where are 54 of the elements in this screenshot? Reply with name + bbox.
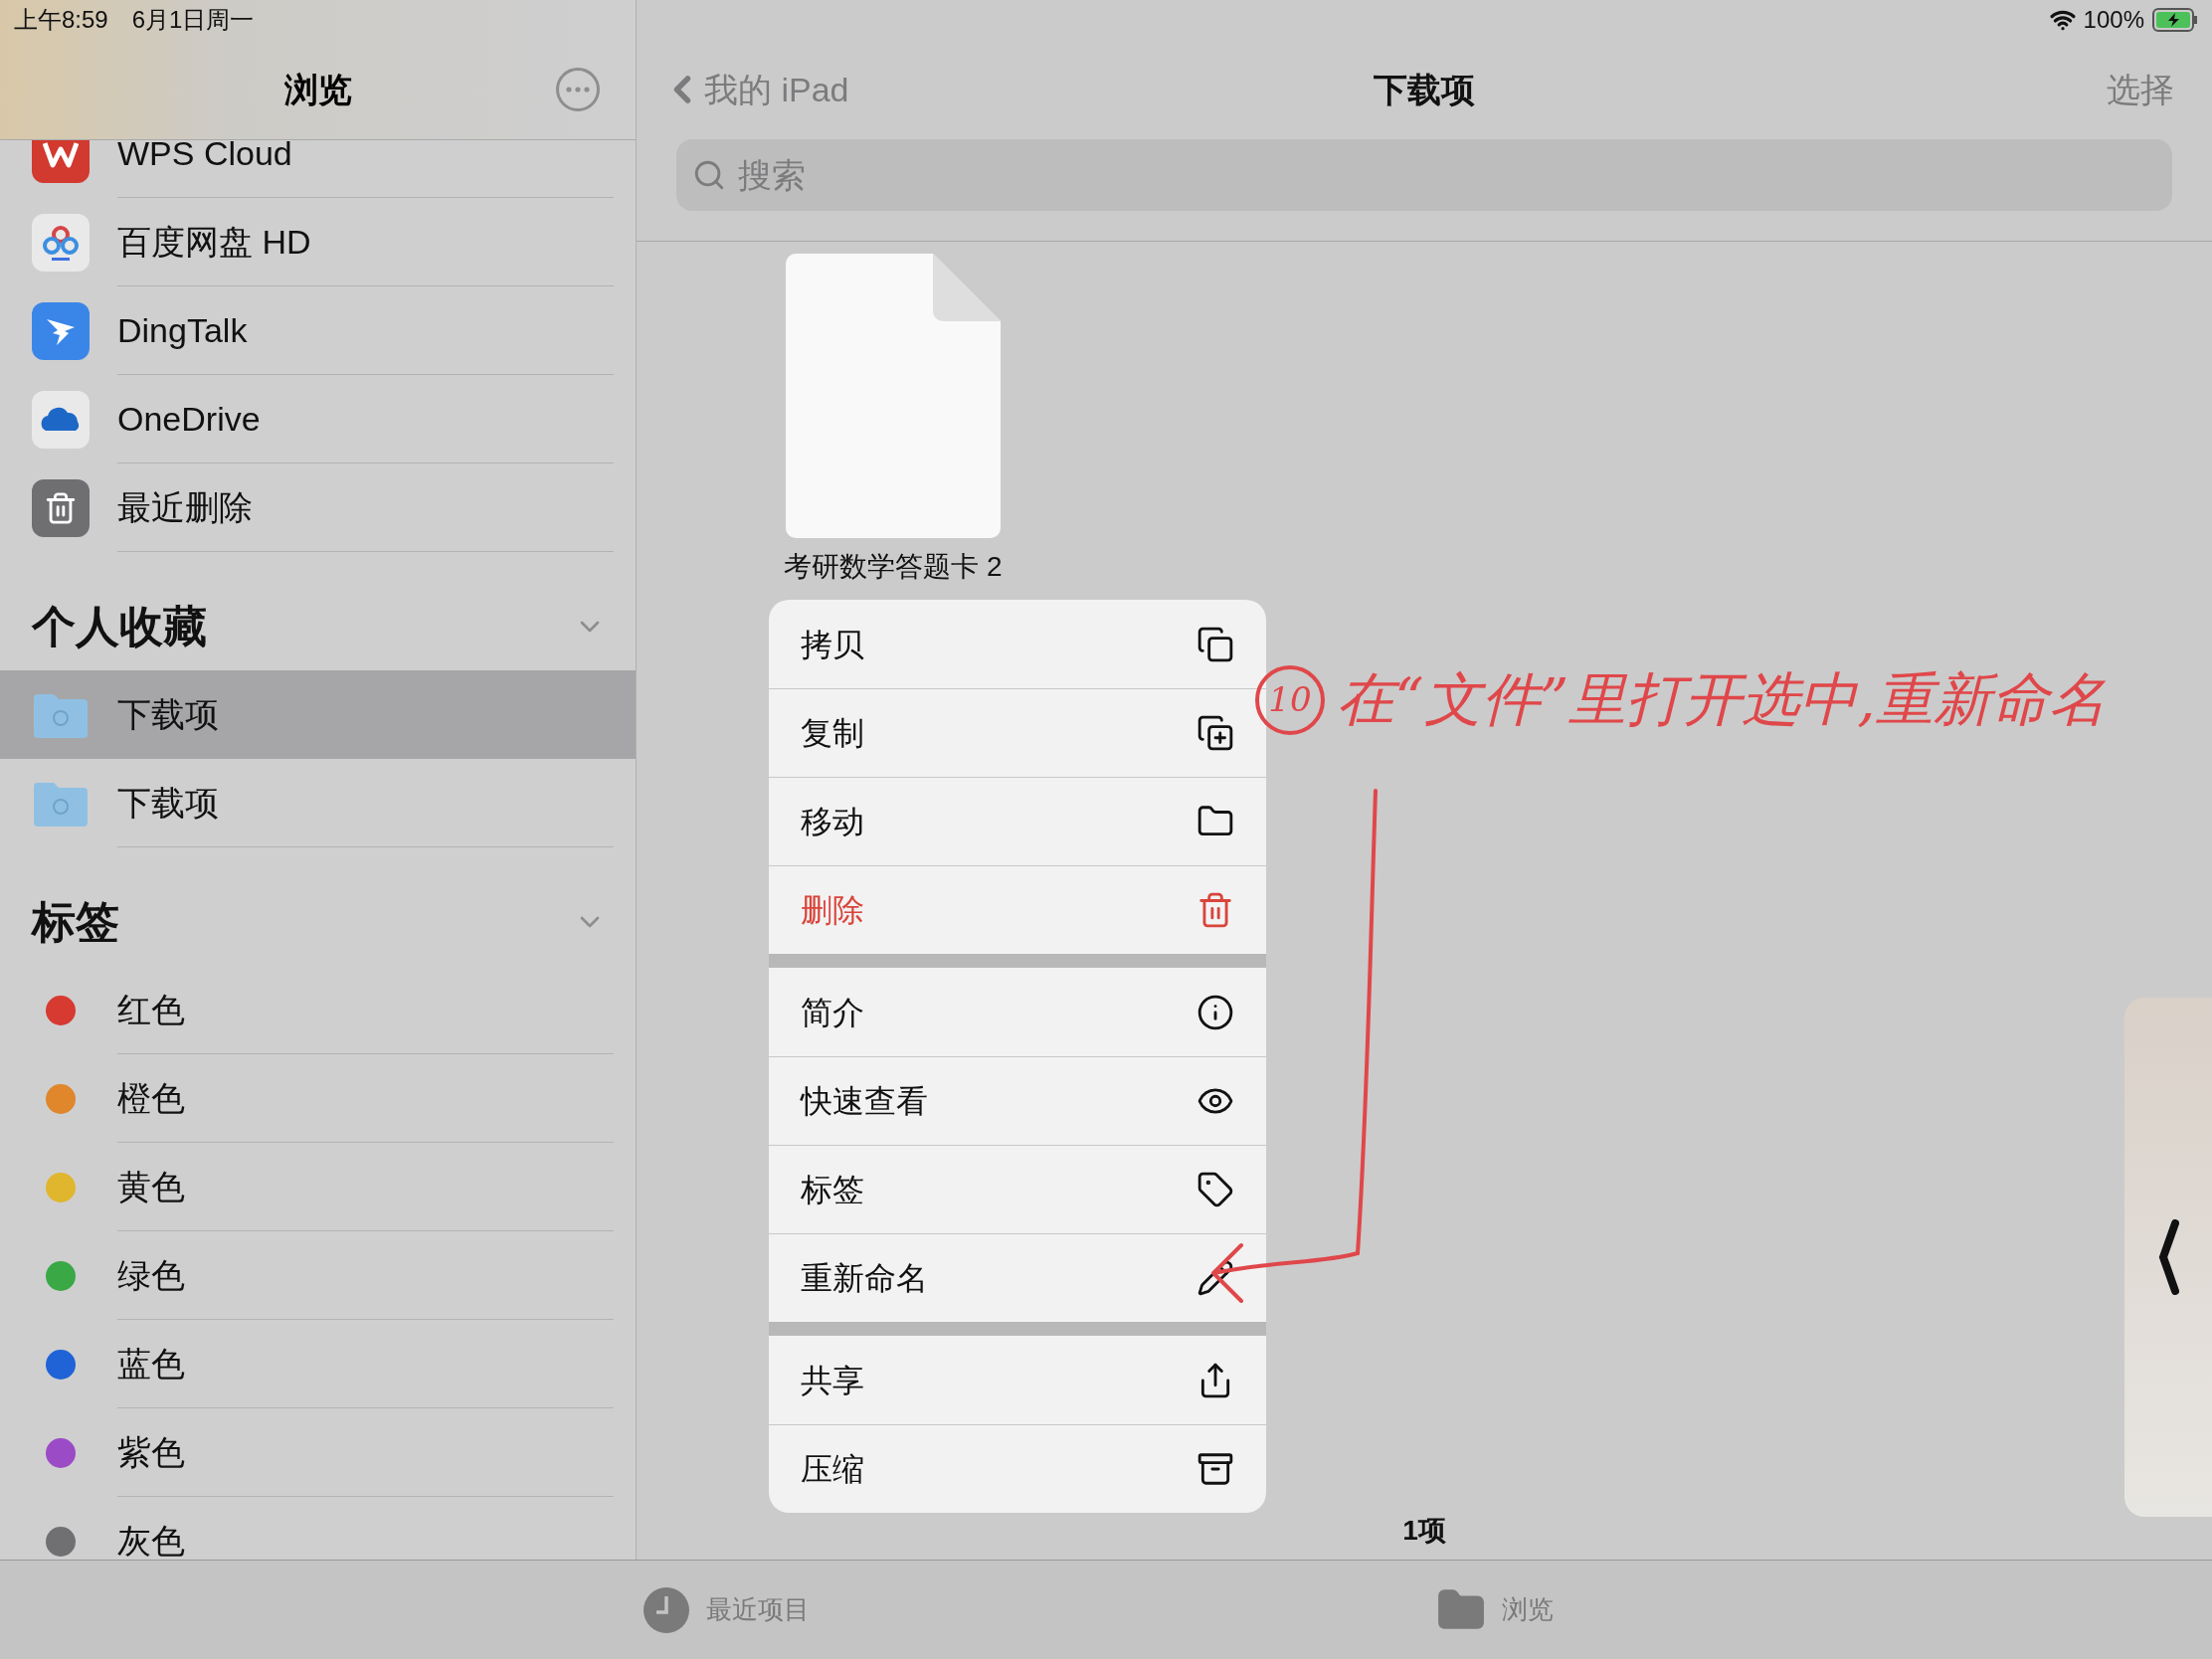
menu-item[interactable]: 重新命名 xyxy=(769,1233,1266,1322)
sidebar-item[interactable]: 绿色 xyxy=(0,1231,636,1320)
menu-item[interactable]: 标签 xyxy=(769,1145,1266,1233)
battery-percent: 100% xyxy=(2083,5,2144,35)
folder-icon xyxy=(32,780,90,827)
menu-item[interactable]: 快速查看 xyxy=(769,1056,1266,1145)
bird-app-icon xyxy=(32,301,90,360)
folder-icon xyxy=(32,691,90,738)
sidebar-item[interactable]: 下载项 xyxy=(0,670,636,759)
sidebar-item[interactable]: 黄色 xyxy=(0,1143,636,1231)
folder-title: 下载项 xyxy=(1374,69,1475,110)
search-field[interactable]: 搜索 xyxy=(676,139,2172,211)
menu-item[interactable]: 简介 xyxy=(769,968,1266,1056)
copy-icon xyxy=(1197,625,1234,663)
duplicate-icon xyxy=(1197,714,1234,752)
ellipsis-icon xyxy=(566,87,590,92)
cloud-app-icon xyxy=(32,390,90,449)
more-button[interactable] xyxy=(556,68,600,111)
archive-icon xyxy=(1197,1450,1234,1488)
sidebar-item[interactable]: 最近删除 xyxy=(0,463,636,552)
menu-item[interactable]: 移动 xyxy=(769,777,1266,865)
status-time: 上午8:59 xyxy=(14,5,108,35)
sidebar-item[interactable]: 红色 xyxy=(0,966,636,1054)
menu-item[interactable]: 压缩 xyxy=(769,1424,1266,1513)
cloud-rings-app-icon xyxy=(32,213,90,272)
tag-icon xyxy=(1197,1171,1234,1208)
sidebar-item[interactable]: 蓝色 xyxy=(0,1320,636,1408)
sidebar-item[interactable]: OneDrive xyxy=(0,375,636,463)
trash-icon xyxy=(1197,891,1234,929)
menu-item[interactable]: 删除 xyxy=(769,865,1266,954)
sidebar-item[interactable]: WPS Cloud xyxy=(0,140,636,198)
status-date: 6月1日周一 xyxy=(131,5,255,35)
search-icon xyxy=(692,158,726,192)
battery-charging-icon xyxy=(2152,8,2198,32)
info-icon xyxy=(1197,993,1234,1031)
sidebar-item[interactable]: 橙色 xyxy=(0,1054,636,1143)
slide-over-panel[interactable] xyxy=(2124,998,2212,1517)
clock-icon xyxy=(643,1585,690,1634)
wps-app-icon xyxy=(32,140,90,183)
file-name[interactable]: 考研数学答题卡 2 xyxy=(784,546,1003,588)
grabber-icon xyxy=(2157,1219,2179,1295)
document-icon xyxy=(784,252,1003,540)
sidebar-item[interactable]: 下载项 xyxy=(0,759,636,847)
menu-item[interactable]: 复制 xyxy=(769,688,1266,777)
sidebar-item[interactable]: 百度网盘 HD xyxy=(0,198,636,286)
menu-item[interactable]: 共享 xyxy=(769,1336,1266,1424)
sidebar-item[interactable]: 紫色 xyxy=(0,1408,636,1497)
trash-app-icon xyxy=(32,478,90,537)
sidebar-title: 浏览 xyxy=(283,69,352,110)
section-header[interactable]: 个人收藏 xyxy=(0,582,636,670)
sidebar-item[interactable]: DingTalk xyxy=(0,286,636,375)
section-header[interactable]: 标签 xyxy=(0,877,636,966)
pencil-icon xyxy=(1197,1259,1234,1297)
item-count: 1项 xyxy=(1402,1514,1446,1548)
